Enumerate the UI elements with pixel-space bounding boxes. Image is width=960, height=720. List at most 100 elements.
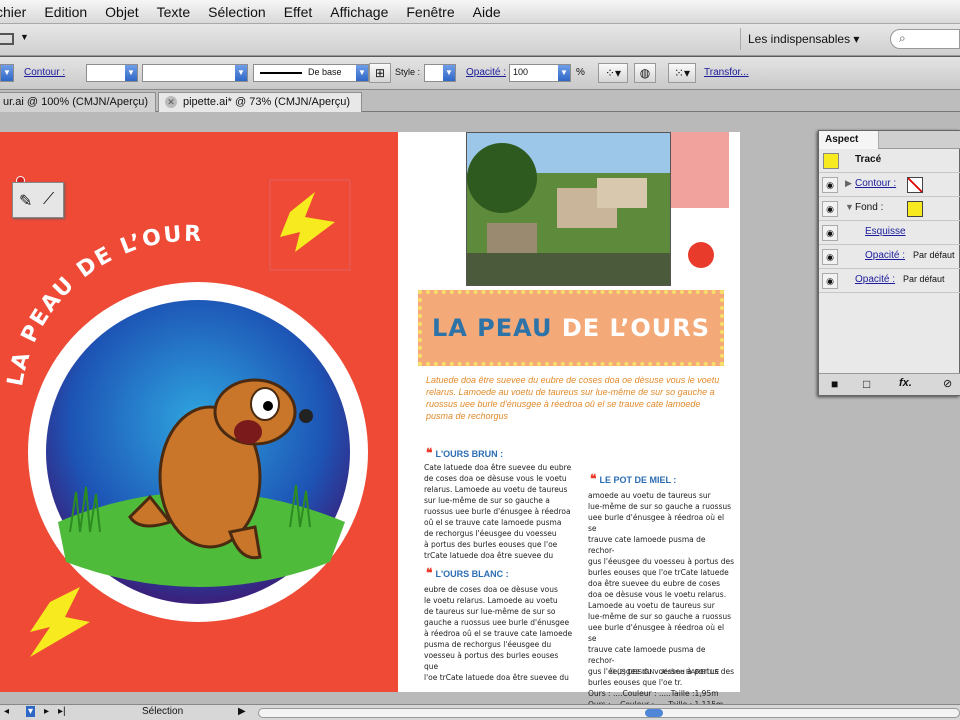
tab-pipette[interactable]: ✕ pipette.ai* @ 73% (CMJN/Aperçu): [158, 92, 362, 112]
column-pot-de-miel: amoede au voetu de taureus sur lue-même …: [588, 491, 735, 709]
expand-triangle-icon[interactable]: ▶: [845, 178, 852, 189]
section-title-ours-brun-text: L'OURS BRUN :: [435, 449, 504, 459]
menu-fichier[interactable]: chier: [0, 4, 26, 20]
current-tool-label: Sélection: [142, 706, 184, 717]
prev-artboard-icon[interactable]: ◂: [4, 706, 9, 717]
opacite-fond-value: Par défaut: [913, 250, 955, 260]
eyedropper-icon[interactable]: ✎: [19, 191, 32, 211]
menu-selection[interactable]: Sélection: [208, 4, 266, 20]
next-artboard-icon[interactable]: ▸: [44, 706, 49, 717]
contour-row-label[interactable]: Contour :: [855, 178, 896, 189]
workspace-switcher[interactable]: Les indispensables ▾: [740, 28, 880, 50]
eye-icon[interactable]: ◉: [822, 273, 838, 289]
eye-icon[interactable]: ◉: [822, 249, 838, 265]
stroke-style-value: De base: [308, 67, 342, 77]
opacity-input[interactable]: 100 ▼: [509, 64, 571, 82]
recolor-icon[interactable]: ⊞: [369, 63, 391, 83]
aspect-row-trace[interactable]: Tracé: [819, 149, 960, 173]
no-stroke-swatch[interactable]: [907, 177, 923, 193]
quote-icon: ❝: [426, 446, 433, 460]
aspect-row-opacite[interactable]: ◉ Opacité : Par défaut: [819, 269, 960, 293]
tab-pipette-label: pipette.ai* @ 73% (CMJN/Aperçu): [183, 96, 351, 108]
pink-rectangle[interactable]: [671, 132, 729, 208]
section-title-pot-de-miel: ❝ LE POT DE MIEL :: [590, 472, 676, 486]
fx-icon[interactable]: fx.: [899, 377, 912, 389]
collapse-triangle-icon[interactable]: ▼: [845, 202, 854, 212]
menu-objet[interactable]: Objet: [105, 4, 138, 20]
status-menu-icon[interactable]: ▶: [238, 706, 246, 717]
opacite-link[interactable]: Opacité :: [855, 274, 895, 285]
aspect-row-fond[interactable]: ◉ ▼ Fond :: [819, 197, 960, 221]
search-icon: ⌕: [899, 31, 906, 45]
menu-edition[interactable]: Edition: [44, 4, 87, 20]
opacite-fond-link[interactable]: Opacité :: [865, 250, 905, 261]
aspect-row-contour[interactable]: ◉ ▶ Contour :: [819, 173, 960, 197]
column-ours-brun: Cate latuede doa être suevee du eubre de…: [424, 463, 572, 560]
clear-icon[interactable]: ⊘: [943, 377, 952, 390]
tool-flyout: ✎ ⟋: [12, 182, 64, 218]
aspect-row-esquisse[interactable]: ◉ Esquisse: [819, 221, 960, 245]
village-photo[interactable]: [466, 132, 671, 286]
eye-icon[interactable]: ◉: [822, 201, 838, 217]
stroke-weight-dropdown[interactable]: ▼: [86, 64, 138, 82]
trace-swatch: [823, 153, 839, 169]
contour-label[interactable]: Contour :: [24, 67, 65, 78]
tab-ours-label: ur.ai @ 100% (CMJN/Aperçu): [3, 96, 149, 108]
section-title-ours-blanc-text: L'OURS BLANC :: [435, 569, 509, 579]
workspace-label: Les indispensables ▾: [748, 32, 860, 46]
menu-texte[interactable]: Texte: [157, 4, 190, 20]
search-input[interactable]: ⌕: [890, 29, 960, 49]
menu-bar: chier Edition Objet Texte Sélection Effe…: [0, 0, 960, 24]
opacity-value: 100: [513, 67, 529, 77]
opacite-label[interactable]: Opacité :: [466, 67, 506, 78]
lightning-bolt-bottom[interactable]: [30, 587, 90, 657]
variable-width-dropdown[interactable]: ▼: [142, 64, 248, 82]
banner-title: LA PEAU DE L’OURS: [422, 314, 720, 342]
graphic-style-dropdown[interactable]: ▼: [424, 64, 456, 82]
menu-fenetre[interactable]: Fenêtre: [406, 4, 454, 20]
red-circle[interactable]: [688, 242, 714, 268]
document-tab-bar: ur.ai @ 100% (CMJN/Aperçu) ✕ pipette.ai* …: [0, 90, 960, 112]
title-banner[interactable]: LA PEAU DE L’OURS: [418, 290, 724, 366]
isolate-icon[interactable]: ◍: [634, 63, 656, 83]
fill-swatch[interactable]: ▼: [0, 64, 14, 82]
trace-label: Tracé: [855, 154, 882, 165]
status-bar: ◂ ▾ ▸ ▸| Sélection ▶: [0, 704, 960, 720]
aspect-row-opacite-fond[interactable]: ◉ Opacité : Par défaut: [819, 245, 960, 269]
percent-sign: %: [576, 67, 585, 78]
eye-icon[interactable]: ◉: [822, 177, 838, 193]
opacite-value: Par défaut: [903, 274, 945, 284]
tab-ours[interactable]: ur.ai @ 100% (CMJN/Aperçu): [0, 92, 156, 112]
horizontal-scrollbar[interactable]: [258, 708, 960, 718]
intro-paragraph: Latuede doa être suevee du eubre de cose…: [426, 375, 720, 421]
align-icon[interactable]: ⁘▾: [598, 63, 628, 83]
add-fill-icon[interactable]: □: [863, 377, 870, 391]
measure-icon[interactable]: ⟋: [43, 191, 54, 209]
reference-point-icon[interactable]: ⁙▾: [668, 63, 696, 83]
stroke-line-preview: [260, 72, 302, 74]
chevron-down-icon[interactable]: ▼: [20, 32, 29, 42]
add-stroke-icon[interactable]: ■: [831, 377, 838, 391]
cover-page[interactable]: LA PEAU DE L’OURS ✎ ⟋: [0, 132, 398, 692]
menu-aide[interactable]: Aide: [473, 4, 501, 20]
artboard-dropdown-icon[interactable]: ▾: [26, 706, 36, 717]
eye-icon[interactable]: ◉: [822, 225, 838, 241]
close-icon[interactable]: ✕: [165, 96, 177, 108]
quote-icon: ❝: [590, 472, 597, 486]
style-label: Style :: [395, 67, 421, 77]
stroke-style-dropdown[interactable]: De base ▼: [253, 64, 369, 82]
artboard[interactable]: LA PEAU DE L’OURS ✎ ⟋: [0, 132, 740, 709]
village-photo-image: [467, 133, 670, 285]
tab-aspect[interactable]: Aspect: [819, 131, 879, 149]
lightning-bolt-selected[interactable]: [280, 192, 335, 252]
menu-affichage[interactable]: Affichage: [330, 4, 388, 20]
canvas-area[interactable]: LA PEAU DE L’OURS ✎ ⟋: [0, 112, 960, 709]
transform-link[interactable]: Transfor...: [704, 67, 749, 78]
menu-effet[interactable]: Effet: [284, 4, 313, 20]
yellow-fill-swatch[interactable]: [907, 201, 923, 217]
scrollbar-thumb[interactable]: [645, 709, 663, 717]
last-artboard-icon[interactable]: ▸|: [58, 706, 66, 717]
esquisse-link[interactable]: Esquisse: [865, 226, 906, 237]
aspect-panel-footer: ■ □ fx. ⊘: [819, 373, 960, 395]
arrange-documents-icon[interactable]: [0, 33, 14, 45]
